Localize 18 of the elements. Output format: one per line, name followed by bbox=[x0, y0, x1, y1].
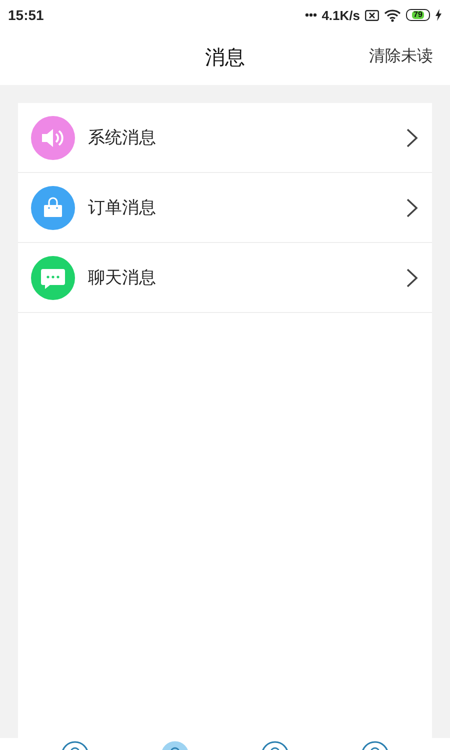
chevron-right-icon bbox=[406, 198, 418, 218]
chevron-right-icon bbox=[406, 128, 418, 148]
network-speed: 4.1K/s bbox=[322, 8, 360, 22]
no-sim-icon bbox=[365, 10, 379, 20]
page-title: 消息 bbox=[205, 44, 245, 71]
battery-indicator: 79 bbox=[406, 9, 430, 21]
item-label: 聊天消息 bbox=[88, 267, 157, 289]
message-category-item[interactable]: 订单消息 bbox=[18, 173, 432, 243]
clear-unread-button[interactable]: 清除未读 bbox=[369, 46, 433, 67]
item-label: 系统消息 bbox=[88, 127, 157, 149]
dots-icon bbox=[304, 13, 317, 17]
message-category-item[interactable]: 聊天消息 bbox=[18, 243, 432, 313]
charging-icon bbox=[435, 9, 442, 21]
chevron-right-icon bbox=[406, 268, 418, 288]
item-label: 订单消息 bbox=[88, 197, 157, 219]
wifi-icon bbox=[384, 8, 401, 22]
message-category-item[interactable]: 系统消息 bbox=[18, 103, 432, 173]
status-time: 15:51 bbox=[8, 7, 44, 23]
